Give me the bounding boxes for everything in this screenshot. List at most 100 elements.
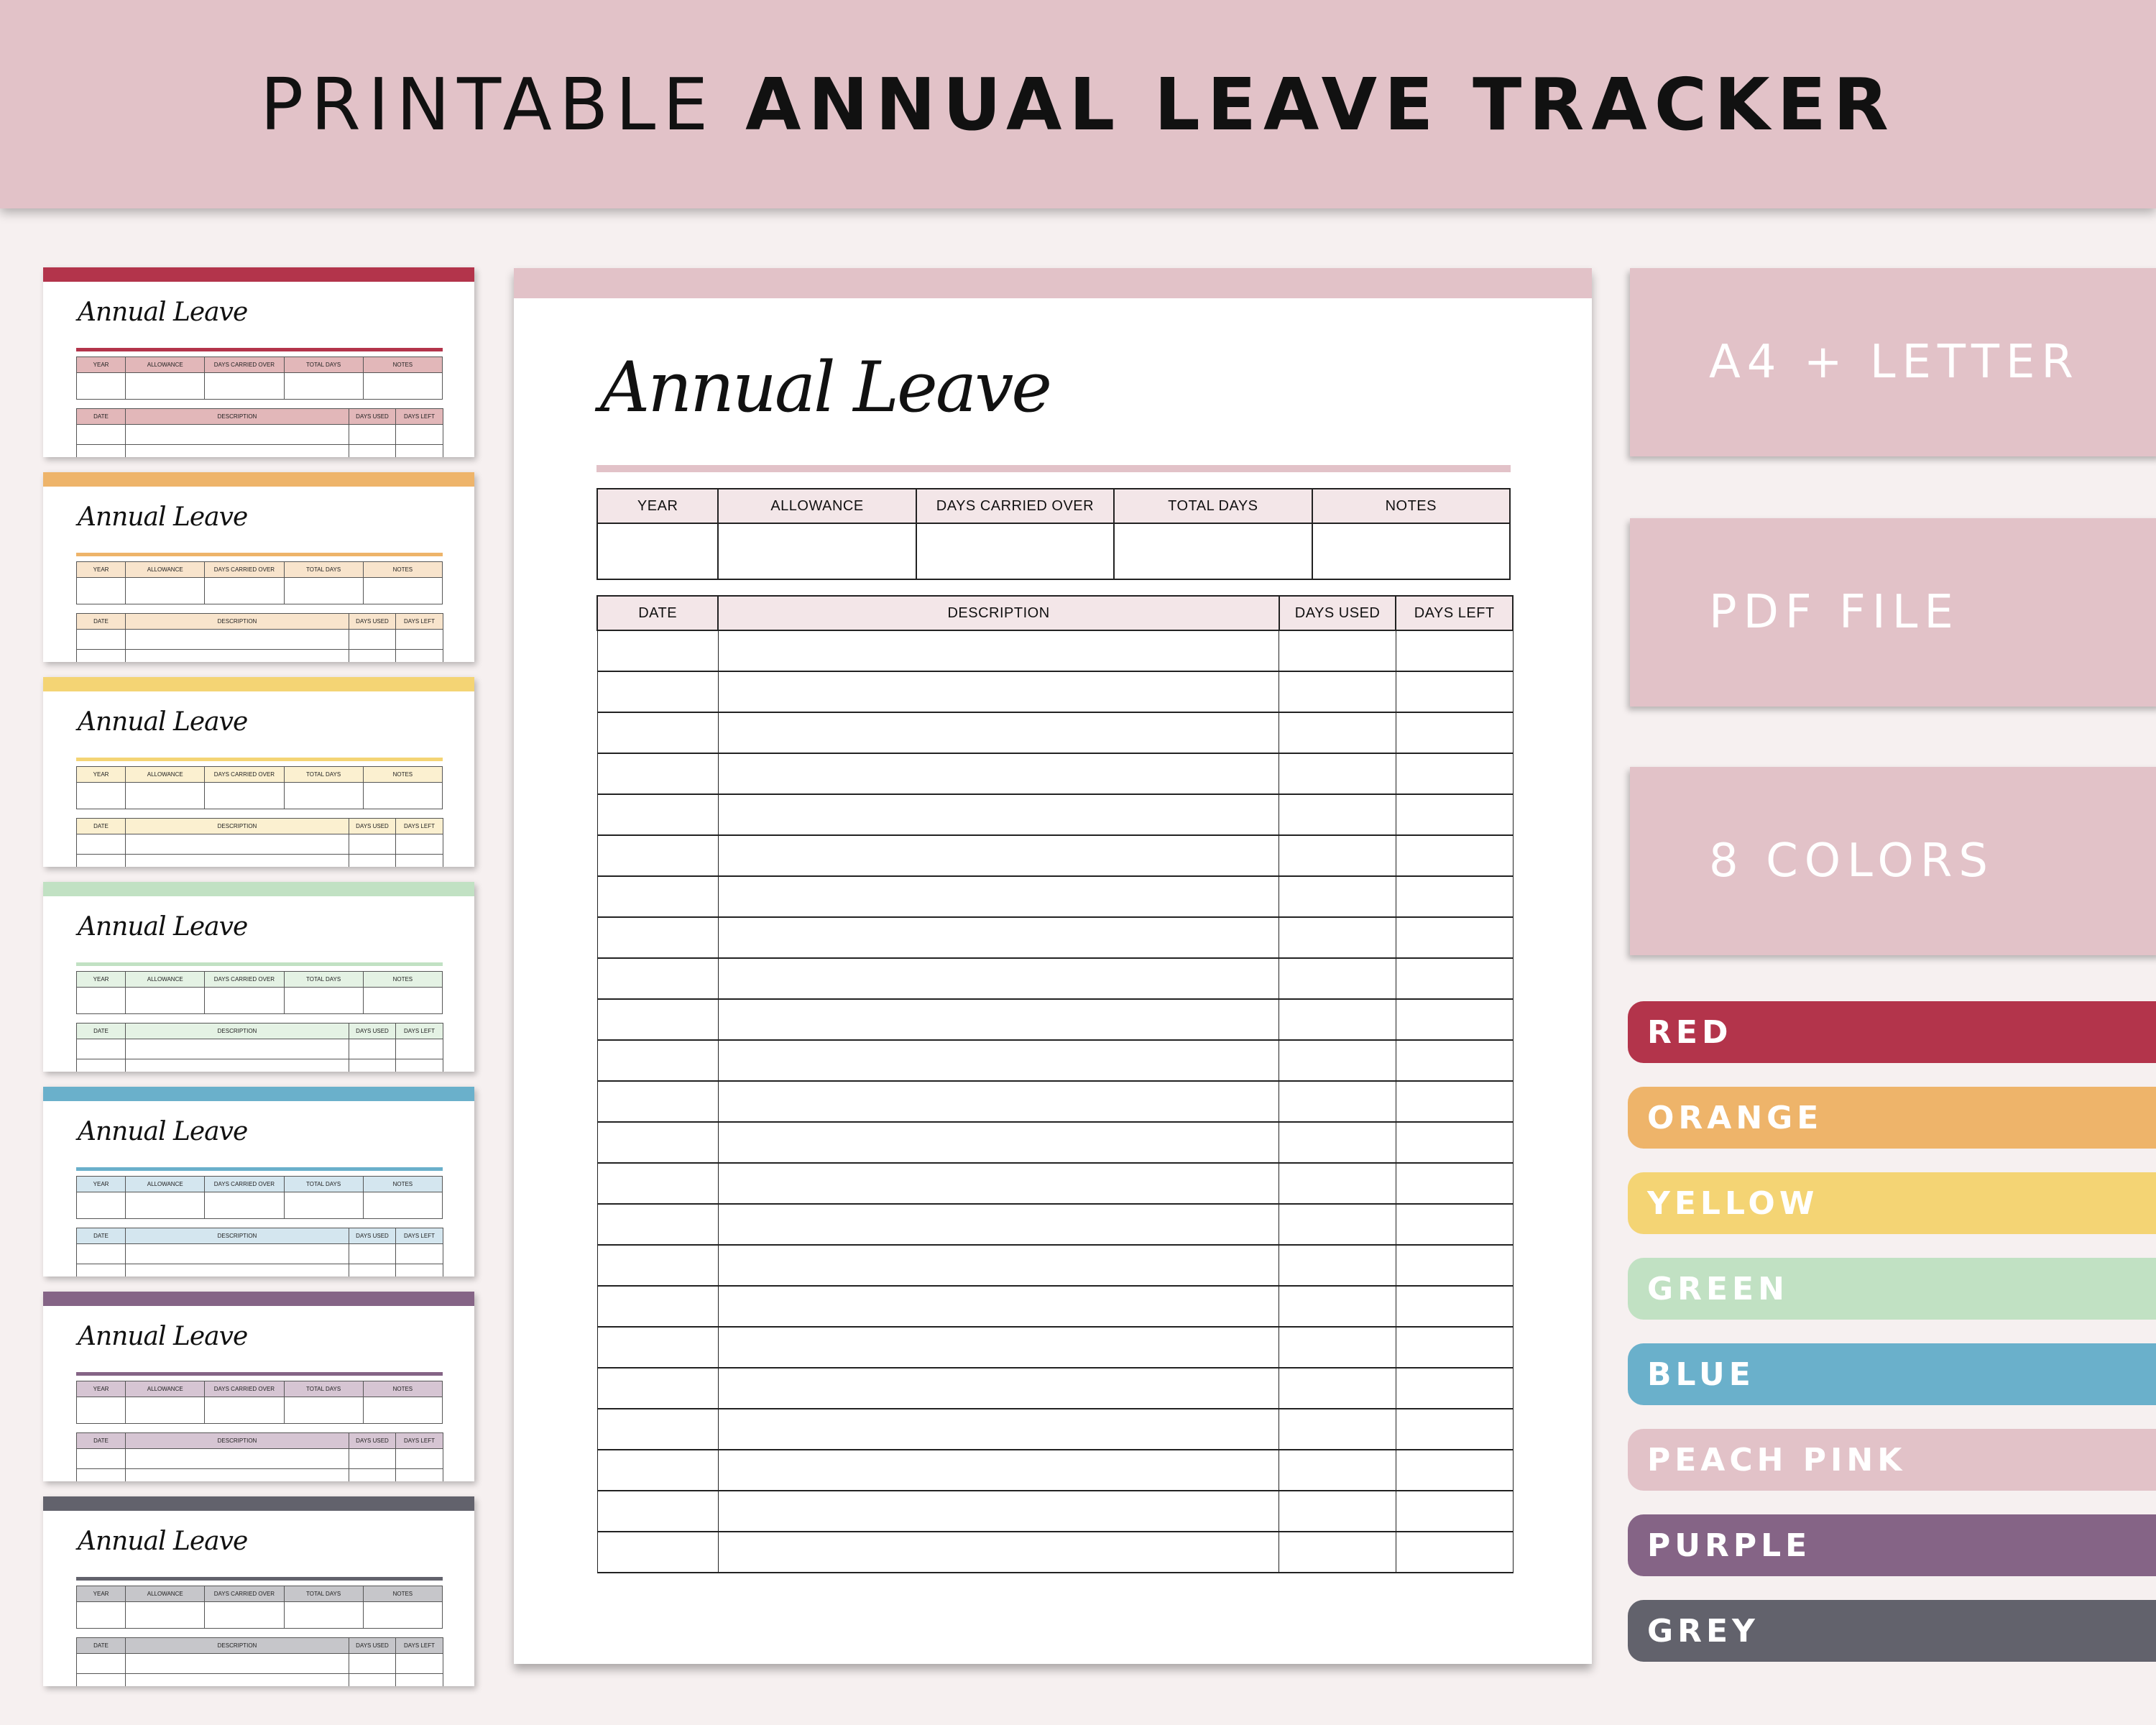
log-cell[interactable] [717, 1326, 1280, 1368]
log-cell[interactable] [1395, 753, 1514, 795]
log-cell[interactable] [596, 834, 719, 877]
log-cell[interactable] [1279, 630, 1396, 672]
log-cell[interactable] [717, 753, 1280, 795]
log-cell[interactable] [1395, 1285, 1514, 1328]
log-cell[interactable] [596, 753, 719, 795]
log-cell[interactable] [1279, 712, 1396, 754]
log-cell[interactable] [1279, 671, 1396, 713]
log-cell[interactable] [717, 630, 1280, 672]
log-cell[interactable] [1279, 1367, 1396, 1409]
color-option-yellow[interactable]: YELLOW [1628, 1172, 2156, 1234]
log-cell[interactable] [717, 916, 1280, 959]
log-cell[interactable] [1279, 1162, 1396, 1205]
log-cell[interactable] [596, 1285, 719, 1328]
color-option-red[interactable]: RED [1628, 1001, 2156, 1063]
thumbnail-green[interactable]: Annual Leave YEAR ALLOWANCE DAYS CARRIED OV… [43, 882, 474, 1072]
log-cell[interactable] [596, 1080, 719, 1123]
log-cell[interactable] [1279, 1080, 1396, 1123]
log-cell[interactable] [717, 1408, 1280, 1450]
log-cell[interactable] [717, 1285, 1280, 1328]
log-cell[interactable] [1279, 1244, 1396, 1287]
log-cell[interactable] [1279, 753, 1396, 795]
log-cell[interactable] [717, 712, 1280, 754]
log-cell[interactable] [596, 998, 719, 1041]
log-cell[interactable] [596, 916, 719, 959]
log-cell[interactable] [1395, 1449, 1514, 1491]
log-cell[interactable] [1395, 1080, 1514, 1123]
log-cell[interactable] [1279, 1285, 1396, 1328]
log-cell[interactable] [1395, 875, 1514, 918]
summary-cell[interactable] [596, 523, 719, 580]
log-cell[interactable] [596, 1244, 719, 1287]
thumbnail-red[interactable]: Annual Leave YEAR ALLOWANCE DAYS CARRIED OV… [43, 267, 474, 457]
color-option-blue[interactable]: BLUE [1628, 1343, 2156, 1405]
log-cell[interactable] [717, 671, 1280, 713]
log-cell[interactable] [1395, 1244, 1514, 1287]
log-cell[interactable] [1395, 671, 1514, 713]
log-cell[interactable] [1279, 1326, 1396, 1368]
summary-cell[interactable] [1113, 523, 1313, 580]
summary-cell[interactable] [1311, 523, 1511, 580]
log-cell[interactable] [596, 1408, 719, 1450]
log-cell[interactable] [1279, 1449, 1396, 1491]
log-cell[interactable] [596, 1531, 719, 1573]
log-cell[interactable] [1395, 794, 1514, 836]
log-cell[interactable] [1279, 794, 1396, 836]
log-cell[interactable] [596, 1449, 719, 1491]
color-option-orange[interactable]: ORANGE [1628, 1087, 2156, 1149]
thumbnail-orange[interactable]: Annual Leave YEAR ALLOWANCE DAYS CARRIED OV… [43, 472, 474, 662]
log-cell[interactable] [1279, 916, 1396, 959]
log-cell[interactable] [717, 1121, 1280, 1164]
log-cell[interactable] [717, 1203, 1280, 1246]
log-cell[interactable] [717, 1490, 1280, 1532]
log-cell[interactable] [596, 794, 719, 836]
summary-cell[interactable] [915, 523, 1115, 580]
color-option-grey[interactable]: GREY [1628, 1600, 2156, 1662]
log-cell[interactable] [1279, 875, 1396, 918]
log-cell[interactable] [596, 1490, 719, 1532]
log-cell[interactable] [1279, 998, 1396, 1041]
log-cell[interactable] [1395, 1408, 1514, 1450]
log-cell[interactable] [1279, 1203, 1396, 1246]
log-cell[interactable] [1395, 1367, 1514, 1409]
log-cell[interactable] [1395, 998, 1514, 1041]
log-cell[interactable] [717, 1162, 1280, 1205]
log-cell[interactable] [717, 1039, 1280, 1082]
log-cell[interactable] [717, 794, 1280, 836]
log-cell[interactable] [1279, 834, 1396, 877]
log-cell[interactable] [1279, 1531, 1396, 1573]
log-cell[interactable] [717, 1531, 1280, 1573]
log-cell[interactable] [717, 1449, 1280, 1491]
log-cell[interactable] [596, 1326, 719, 1368]
log-cell[interactable] [717, 1367, 1280, 1409]
summary-cell[interactable] [717, 523, 917, 580]
thumbnail-purple[interactable]: Annual Leave YEAR ALLOWANCE DAYS CARRIED OV… [43, 1292, 474, 1481]
log-cell[interactable] [1395, 1039, 1514, 1082]
log-cell[interactable] [1279, 1039, 1396, 1082]
log-cell[interactable] [1279, 957, 1396, 1000]
log-cell[interactable] [1279, 1121, 1396, 1164]
log-cell[interactable] [596, 875, 719, 918]
log-cell[interactable] [717, 1080, 1280, 1123]
log-cell[interactable] [1395, 834, 1514, 877]
log-cell[interactable] [596, 712, 719, 754]
log-cell[interactable] [596, 1039, 719, 1082]
log-cell[interactable] [1395, 1121, 1514, 1164]
log-cell[interactable] [596, 1121, 719, 1164]
log-cell[interactable] [596, 671, 719, 713]
log-cell[interactable] [1395, 1531, 1514, 1573]
color-option-green[interactable]: GREEN [1628, 1258, 2156, 1320]
log-cell[interactable] [1395, 1162, 1514, 1205]
color-option-purple[interactable]: PURPLE [1628, 1514, 2156, 1576]
log-cell[interactable] [1395, 1203, 1514, 1246]
log-cell[interactable] [717, 834, 1280, 877]
log-cell[interactable] [1395, 916, 1514, 959]
log-cell[interactable] [1395, 712, 1514, 754]
log-cell[interactable] [596, 1203, 719, 1246]
log-cell[interactable] [596, 957, 719, 1000]
thumbnail-grey[interactable]: Annual Leave YEAR ALLOWANCE DAYS CARRIED OV… [43, 1496, 474, 1686]
log-cell[interactable] [1279, 1408, 1396, 1450]
color-option-peach-pink[interactable]: PEACH PINK [1628, 1429, 2156, 1491]
log-cell[interactable] [717, 1244, 1280, 1287]
log-cell[interactable] [596, 1162, 719, 1205]
